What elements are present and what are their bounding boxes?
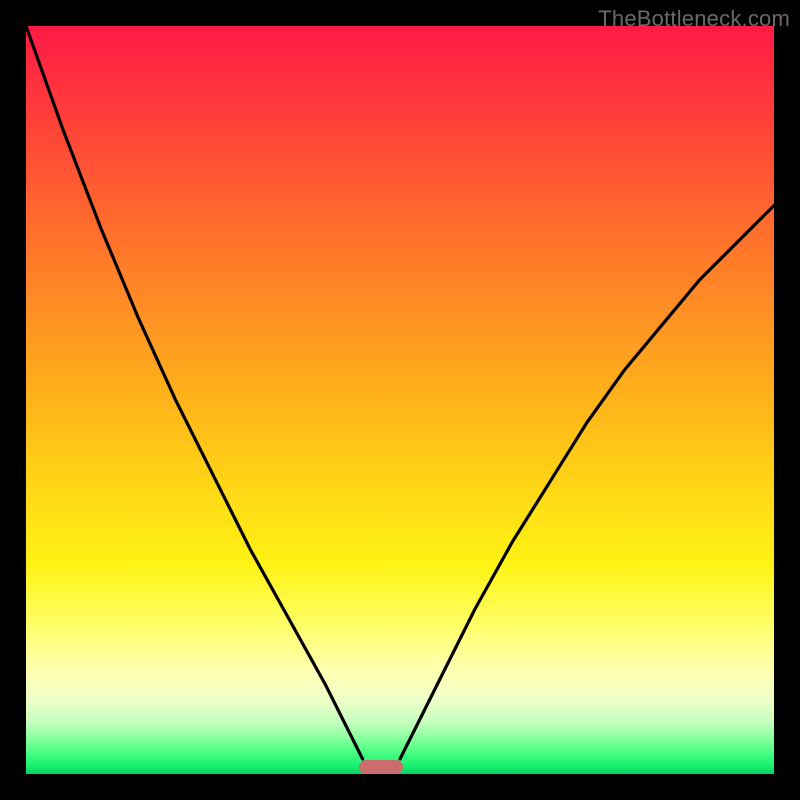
curve-layer <box>26 26 774 774</box>
curve-left <box>26 26 363 759</box>
chart-container: TheBottleneck.com <box>0 0 800 800</box>
minimum-marker <box>359 760 403 774</box>
plot-area <box>26 26 774 774</box>
curve-right <box>400 206 774 760</box>
